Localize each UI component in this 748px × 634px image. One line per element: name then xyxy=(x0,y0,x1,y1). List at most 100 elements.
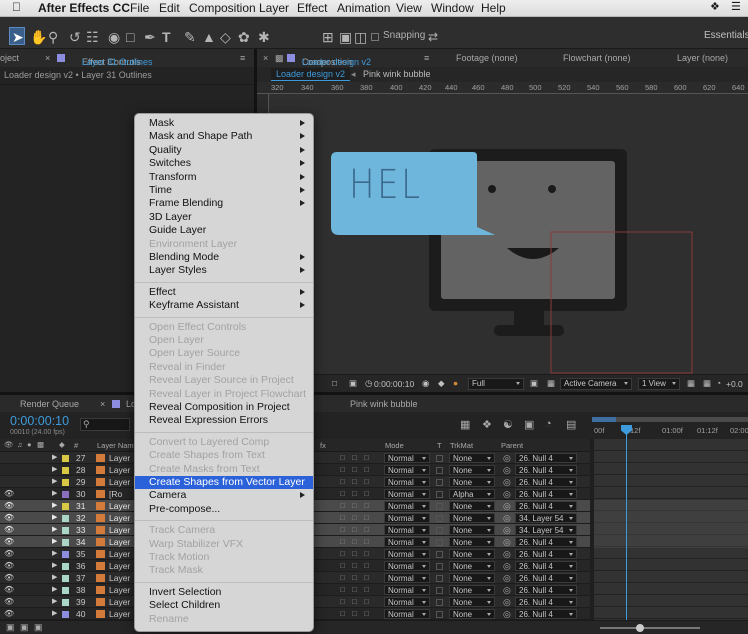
layer-label-color[interactable] xyxy=(62,563,69,570)
parent-pickwhip-icon[interactable]: ◎ xyxy=(503,584,511,596)
layer-trkmat-dropdown[interactable]: None xyxy=(449,573,495,583)
layer-parent-dropdown[interactable]: 26. Null 4 xyxy=(515,573,577,583)
layer-trkmat-dropdown[interactable]: None xyxy=(449,609,495,619)
camera-tool-icon[interactable]: ☷ xyxy=(86,29,99,45)
column-t[interactable]: T xyxy=(437,441,442,450)
layer-parent-dropdown[interactable]: 26. Null 4 xyxy=(515,561,577,571)
preserve-transparency-checkbox[interactable] xyxy=(436,539,443,546)
layer-parent-dropdown[interactable]: 26. Null 4 xyxy=(515,549,577,559)
puppet-tool-icon[interactable]: ✱ xyxy=(258,29,270,45)
menu-item-effect[interactable]: Effect xyxy=(135,286,313,299)
menu-item-blending-mode[interactable]: Blending Mode xyxy=(135,251,313,264)
menu-item-transform[interactable]: Transform xyxy=(135,171,313,184)
menu-item-3d-layer[interactable]: 3D Layer xyxy=(135,211,313,224)
layer-label-color[interactable] xyxy=(62,515,69,522)
menu-window[interactable]: Window xyxy=(431,1,474,15)
layer-parent-dropdown[interactable]: 34. Layer 54 xyxy=(515,513,577,523)
layer-trkmat-dropdown[interactable]: None xyxy=(449,597,495,607)
visibility-eye-icon[interactable]: 👁 xyxy=(4,488,14,500)
show-snapshot-icon[interactable]: ◆ xyxy=(438,378,445,389)
expand-modes-icon[interactable]: ▣ xyxy=(20,622,29,633)
type-tool-icon[interactable]: T xyxy=(162,29,171,45)
effects-switch-icon[interactable]: □ xyxy=(352,608,357,620)
comp-subtab-pink-wink[interactable]: Pink wink bubble xyxy=(363,69,431,79)
quality-switch-icon[interactable]: □ xyxy=(340,476,345,488)
clone-stamp-tool-icon[interactable]: ▲ xyxy=(202,29,216,45)
layer-trkmat-dropdown[interactable]: None xyxy=(449,537,495,547)
layer-mode-dropdown[interactable]: Normal xyxy=(384,561,430,571)
menu-item-layer-styles[interactable]: Layer Styles xyxy=(135,264,313,277)
layer-name[interactable]: Layer xyxy=(109,560,130,572)
preserve-transparency-checkbox[interactable] xyxy=(436,491,443,498)
parent-pickwhip-icon[interactable]: ◎ xyxy=(503,500,511,512)
expand-arrow-icon[interactable]: ▶ xyxy=(52,548,57,560)
region-of-interest-icon[interactable]: □ xyxy=(332,378,337,388)
transparency-grid-icon[interactable]: ▣ xyxy=(349,378,357,389)
expand-arrow-icon[interactable]: ▶ xyxy=(52,464,57,476)
expand-arrow-icon[interactable]: ▶ xyxy=(52,524,57,536)
preserve-transparency-checkbox[interactable] xyxy=(436,455,443,462)
layer-parent-dropdown[interactable]: 26. Null 4 xyxy=(515,609,577,619)
render-queue-tab[interactable]: Render Queue xyxy=(20,399,79,409)
menu-item-switches[interactable]: Switches xyxy=(135,157,313,170)
visibility-eye-icon[interactable]: 👁 xyxy=(4,572,14,584)
eraser-tool-icon[interactable]: ◇ xyxy=(220,29,231,45)
comp-subtab-active[interactable]: Loader design v2 xyxy=(271,68,351,81)
zoom-slider-thumb[interactable] xyxy=(636,624,644,632)
footage-tab[interactable]: Footage (none) xyxy=(456,53,518,63)
layer-mode-dropdown[interactable]: Normal xyxy=(384,597,430,607)
visibility-eye-icon[interactable]: 👁 xyxy=(4,524,14,536)
flowchart-tab[interactable]: Flowchart (none) xyxy=(563,53,631,63)
quality-switch-icon[interactable]: □ xyxy=(340,452,345,464)
exposure-icon[interactable]: ◔ xyxy=(716,378,721,388)
camera-dropdown[interactable]: Active Camera xyxy=(560,378,632,390)
layer-trkmat-dropdown[interactable]: None xyxy=(449,465,495,475)
draft-3d-icon[interactable]: ❖ xyxy=(482,418,492,431)
timeline-timecode[interactable]: 0:00:00:10 xyxy=(10,414,69,428)
work-area-start[interactable] xyxy=(592,417,616,422)
toggle-mask-icon[interactable]: ▦ xyxy=(547,378,555,389)
pixel-aspect-icon-2[interactable]: ▦ xyxy=(703,378,711,389)
layer-trkmat-dropdown[interactable]: None xyxy=(449,525,495,535)
layer-mode-dropdown[interactable]: Normal xyxy=(384,489,430,499)
menu-item-guide-layer[interactable]: Guide Layer xyxy=(135,224,313,237)
menu-file[interactable]: File xyxy=(130,1,149,15)
menu-item-create-shapes-from-vector-layer[interactable]: Create Shapes from Vector Layer xyxy=(135,476,313,489)
label-icon[interactable]: ◆ xyxy=(59,440,65,449)
layer-trkmat-dropdown[interactable]: None xyxy=(449,585,495,595)
parent-pickwhip-icon[interactable]: ◎ xyxy=(503,608,511,620)
menu-item-keyframe-assistant[interactable]: Keyframe Assistant xyxy=(135,299,313,312)
menu-item-time[interactable]: Time xyxy=(135,184,313,197)
effects-switch-icon[interactable]: □ xyxy=(352,476,357,488)
layer-name[interactable]: Layer xyxy=(109,608,130,620)
layer-name[interactable]: Layer xyxy=(109,464,130,476)
layer-mode-dropdown[interactable]: Normal xyxy=(384,537,430,547)
resolution-dropdown[interactable]: Full xyxy=(468,378,524,390)
layer-label-color[interactable] xyxy=(62,599,69,606)
layer-mode-dropdown[interactable]: Normal xyxy=(384,513,430,523)
panel-menu-icon[interactable]: ≡ xyxy=(240,53,245,63)
layer-mode-dropdown[interactable]: Normal xyxy=(384,501,430,511)
lock-icon[interactable]: ▩ xyxy=(37,440,44,449)
expand-arrow-icon[interactable]: ▶ xyxy=(52,512,57,524)
menu-item-quality[interactable]: Quality xyxy=(135,144,313,157)
exposure-value[interactable]: +0.0 xyxy=(726,379,743,389)
quality-switch-icon[interactable]: □ xyxy=(340,596,345,608)
parent-pickwhip-icon[interactable]: ◎ xyxy=(503,548,511,560)
world-axis-icon[interactable]: ▣ xyxy=(339,29,352,45)
quality-switch-icon[interactable]: □ xyxy=(340,572,345,584)
current-time-indicator[interactable] xyxy=(626,425,627,620)
effects-switch-icon[interactable]: □ xyxy=(352,524,357,536)
quality-switch-icon[interactable]: □ xyxy=(340,512,345,524)
visibility-toggle[interactable] xyxy=(4,464,14,474)
pink-wink-tab[interactable]: Pink wink bubble xyxy=(350,399,418,409)
layer-name[interactable]: Layer xyxy=(109,524,130,536)
project-tab-fragment[interactable]: oject xyxy=(0,53,19,63)
comp-lock-icon[interactable]: ▩ xyxy=(275,53,284,64)
layer-name[interactable]: Layer xyxy=(109,572,130,584)
visibility-eye-icon[interactable]: 👁 xyxy=(4,608,14,620)
parent-pickwhip-icon[interactable]: ◎ xyxy=(503,464,511,476)
quality-switch-icon[interactable]: □ xyxy=(340,584,345,596)
visibility-eye-icon[interactable]: 👁 xyxy=(4,560,14,572)
effects-switch-icon[interactable]: □ xyxy=(352,464,357,476)
